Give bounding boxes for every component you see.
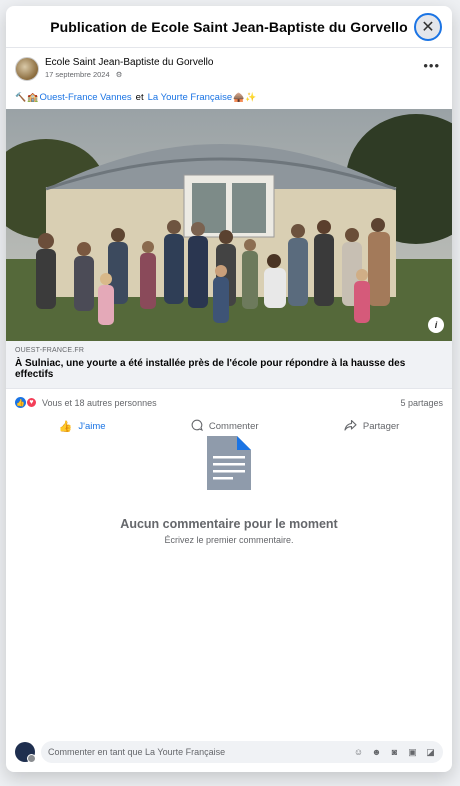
composer-avatar[interactable]: [15, 742, 36, 763]
empty-comments: Aucun commentaire pour le moment Écrivez…: [6, 434, 452, 545]
emoji-icon[interactable]: ☻: [371, 747, 382, 758]
hammer-emoji-icon: 🔨: [15, 92, 27, 102]
love-reaction-icon: ♥: [26, 397, 37, 408]
author-name[interactable]: Ecole Saint Jean-Baptiste du Gorvello: [45, 57, 213, 68]
mention-connector: et: [135, 92, 144, 103]
like-label: J'aime: [78, 421, 106, 432]
camera-icon[interactable]: ◙: [389, 747, 400, 758]
mention-ouest-france[interactable]: Ouest-France Vannes: [39, 92, 131, 103]
house-emoji-icon: 🛖: [233, 92, 245, 102]
like-reaction-icon: 👍: [15, 397, 26, 408]
post-text: 🔨 🏫 Ouest-France Vannes et La Yourte Fra…: [6, 81, 452, 109]
close-icon: ✕: [421, 19, 435, 36]
author-avatar[interactable]: [15, 57, 39, 81]
info-icon: i: [434, 320, 438, 330]
sticker-icon[interactable]: ◪: [425, 747, 436, 758]
school-emoji-icon: 🏫: [27, 92, 39, 102]
comment-composer: Commenter en tant que La Yourte Français…: [6, 732, 452, 772]
link-title[interactable]: À Sulniac, une yourte a été installée pr…: [15, 358, 443, 380]
comment-bubble-icon: [191, 419, 203, 434]
post-header: Ecole Saint Jean-Baptiste du Gorvello 17…: [6, 48, 452, 81]
share-label: Partager: [362, 421, 400, 432]
link-domain: OUEST-FRANCE.FR: [15, 347, 85, 354]
thumbs-up-icon: 👍: [58, 421, 73, 433]
avatar-sticker-icon[interactable]: ☺: [353, 747, 364, 758]
empty-document-icon: [205, 434, 253, 497]
post-modal: Publication de Ecole Saint Jean-Baptiste…: [6, 6, 452, 772]
modal-header: Publication de Ecole Saint Jean-Baptiste…: [6, 6, 452, 48]
modal-title: Publication de Ecole Saint Jean-Baptiste…: [50, 18, 408, 35]
sparkle-emoji-icon: ✨: [245, 92, 257, 102]
gif-icon[interactable]: ▣: [407, 747, 418, 758]
more-options-button[interactable]: •••: [423, 58, 440, 73]
comment-input[interactable]: Commenter en tant que La Yourte Français…: [41, 741, 443, 763]
post-date[interactable]: 17 septembre 2024: [45, 70, 110, 79]
share-arrow-icon: [344, 419, 357, 434]
reaction-summary[interactable]: 👍 ♥ Vous et 18 autres personnes: [15, 397, 157, 408]
info-button[interactable]: i: [428, 317, 444, 333]
comment-placeholder: Commenter en tant que La Yourte Français…: [48, 747, 226, 757]
link-preview[interactable]: OUEST-FRANCE.FR À Sulniac, une yourte a …: [6, 341, 452, 389]
post-photo[interactable]: i: [6, 109, 452, 341]
photo-illustration: [6, 109, 452, 341]
composer-icons: ☺ ☻ ◙ ▣ ◪: [353, 747, 436, 758]
audience-gear-icon: ⚙: [115, 70, 123, 79]
close-button[interactable]: ✕: [414, 13, 442, 41]
empty-title: Aucun commentaire pour le moment: [120, 517, 338, 531]
shares-count[interactable]: 5 partages: [400, 398, 443, 408]
post-stats: 👍 ♥ Vous et 18 autres personnes 5 partag…: [6, 389, 452, 408]
comment-label: Commenter: [208, 421, 259, 432]
post-date-row: 17 septembre 2024 ⚙: [45, 70, 213, 79]
reactions-text: Vous et 18 autres personnes: [42, 397, 157, 408]
mention-yourte[interactable]: La Yourte Française: [148, 92, 233, 103]
empty-subtitle: Écrivez le premier commentaire.: [164, 535, 294, 545]
